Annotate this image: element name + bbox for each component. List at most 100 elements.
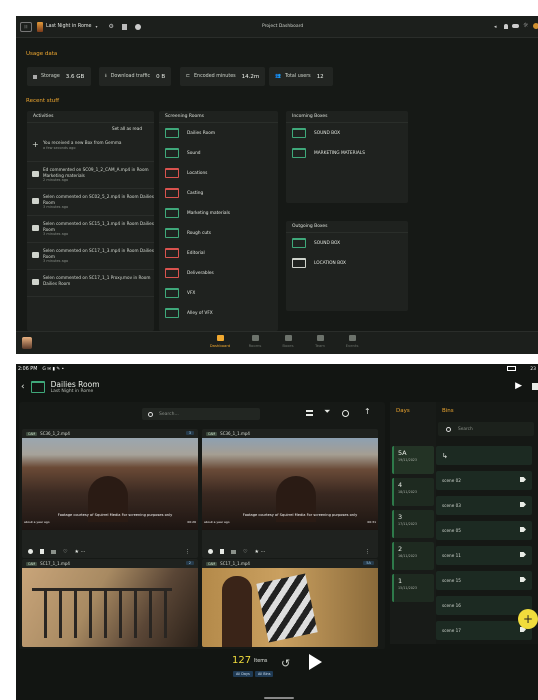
replay-icon[interactable]: ↺ bbox=[281, 657, 290, 670]
clip-card[interactable]: CAM SC36_1_2.mp4 3 Footage courtesy of Squ… bbox=[22, 429, 198, 558]
activity-item[interactable]: Selen commented on SC17_1_3.mp4 in Room … bbox=[27, 243, 154, 270]
room-item[interactable]: Alley of VFX bbox=[159, 303, 278, 323]
info-icon[interactable] bbox=[28, 549, 33, 554]
clip-tag: CAM bbox=[206, 561, 218, 566]
box-item[interactable]: SOUND BOX bbox=[286, 123, 408, 143]
document-icon[interactable] bbox=[121, 23, 127, 30]
room-item[interactable]: Deliverables bbox=[159, 263, 278, 283]
bin-item[interactable]: scene 02 bbox=[436, 471, 532, 490]
room-item[interactable]: Sound bbox=[159, 143, 278, 163]
day-item[interactable]: 2 16/11/2023 bbox=[392, 542, 434, 570]
activity-item[interactable]: Ed commented on SC09_1_2_CAM_A.mp4 in Ro… bbox=[27, 162, 154, 189]
nav-dashboard[interactable]: Dashboard bbox=[202, 335, 238, 348]
room-item[interactable]: VFX bbox=[159, 283, 278, 303]
activity-item[interactable]: Selen commented on SC02_5_2.mp4 in Room … bbox=[27, 189, 154, 216]
nav-team[interactable]: Team bbox=[302, 335, 338, 348]
play-icon[interactable] bbox=[309, 654, 322, 670]
project-title[interactable]: Last Night in Rome bbox=[46, 24, 92, 29]
list-view-icon[interactable] bbox=[306, 410, 313, 416]
day-item[interactable]: 4 18/11/2023 bbox=[392, 478, 434, 506]
avatar[interactable] bbox=[22, 337, 32, 349]
more-vert-icon[interactable]: ⋮ bbox=[185, 549, 190, 555]
star-icon[interactable]: ★ ··· bbox=[254, 549, 265, 555]
more-vert-icon[interactable]: ⋮ bbox=[365, 549, 370, 555]
clip-thumbnail[interactable] bbox=[202, 568, 378, 647]
more-icon[interactable] bbox=[532, 383, 538, 390]
nav-boxes[interactable]: Boxes bbox=[270, 335, 306, 348]
bin-item[interactable]: scene 11 bbox=[436, 546, 532, 565]
user-icon[interactable] bbox=[533, 23, 538, 29]
bin-item[interactable]: scene 16 bbox=[436, 596, 532, 615]
chip-all-days[interactable]: All Days bbox=[233, 671, 253, 677]
mark-all-read-button[interactable]: Set all as read bbox=[27, 123, 154, 135]
nav-rooms[interactable]: Rooms bbox=[237, 335, 273, 348]
clip-thumbnail[interactable]: Footage courtesy of Squirrel Media For s… bbox=[202, 438, 378, 530]
activity-item[interactable]: + You received a new Box from Gemma a few … bbox=[27, 135, 154, 162]
tag-icon[interactable] bbox=[51, 549, 56, 554]
clip-thumbnail[interactable]: Footage courtesy of Squirrel Media For s… bbox=[22, 438, 198, 530]
theme-icon[interactable]: ☼ bbox=[523, 22, 528, 29]
home-indicator bbox=[264, 697, 294, 699]
activity-item[interactable]: Selen commented on SC17_1_1 Proxy.mov in… bbox=[27, 270, 154, 297]
info-icon[interactable] bbox=[208, 549, 213, 554]
clip-caption: Footage courtesy of Squirrel Media For s… bbox=[57, 513, 173, 517]
clip-person bbox=[222, 576, 252, 647]
bin-item[interactable]: scene 03 bbox=[436, 496, 532, 515]
settings-gear-icon[interactable]: ⚙ bbox=[109, 23, 114, 30]
clip-card[interactable]: CAM SC17_1_1.mp4 2 bbox=[22, 559, 198, 647]
heart-icon[interactable]: ♡ bbox=[243, 549, 247, 555]
room-item[interactable]: Rough cuts bbox=[159, 223, 278, 243]
chevron-down-icon[interactable]: ▾ bbox=[96, 24, 98, 29]
chip-all-bins[interactable]: All Bins bbox=[255, 671, 274, 677]
bin-up-item[interactable]: ↳ bbox=[436, 446, 532, 465]
bin-item[interactable]: scene 15 bbox=[436, 571, 532, 590]
day-item[interactable]: 1 15/11/2023 bbox=[392, 574, 434, 602]
bottom-nav: Dashboard Rooms Boxes Team Events bbox=[16, 331, 538, 354]
boxes-icon bbox=[284, 335, 292, 341]
clip-thumbnail[interactable] bbox=[22, 568, 198, 647]
clip-search[interactable]: Search... bbox=[142, 408, 260, 420]
search-input[interactable]: Search... bbox=[159, 412, 179, 417]
box-item[interactable]: LOCATION BOX bbox=[286, 253, 408, 273]
document-icon[interactable] bbox=[40, 549, 44, 554]
bin-item[interactable]: scene 17 bbox=[436, 621, 532, 640]
clip-card[interactable]: CAM SC36_1_1.mp4 Footage courtesy of Squi… bbox=[202, 429, 378, 558]
volume-icon[interactable]: ◂ bbox=[494, 24, 497, 30]
document-icon[interactable] bbox=[220, 549, 224, 554]
clip-card[interactable]: CAM SC17_1_1.mp4 5A bbox=[202, 559, 378, 647]
back-icon[interactable]: ‹ bbox=[21, 382, 25, 392]
app-logo-icon[interactable]: ᛞ bbox=[20, 21, 32, 32]
add-fab-button[interactable]: + bbox=[518, 609, 538, 629]
room-icon bbox=[165, 308, 179, 318]
heart-icon[interactable]: ♡ bbox=[63, 549, 67, 555]
comment-icon bbox=[32, 225, 39, 231]
tag-icon[interactable] bbox=[231, 549, 236, 554]
cloud-icon[interactable] bbox=[512, 24, 519, 28]
filter-icon[interactable]: ⏷ bbox=[324, 407, 330, 417]
box-item[interactable]: MARKETING MATERIALS bbox=[286, 143, 408, 163]
bell-icon[interactable] bbox=[504, 24, 508, 29]
sort-up-icon[interactable]: ↑ bbox=[364, 407, 371, 416]
box-item[interactable]: SOUND BOX bbox=[286, 233, 408, 253]
info-icon[interactable] bbox=[134, 23, 141, 30]
room-item[interactable]: Casting bbox=[159, 183, 278, 203]
star-icon[interactable]: ★ ··· bbox=[74, 549, 85, 555]
bins-search-input[interactable]: Search bbox=[458, 427, 473, 432]
stat-encoded: ⊏ Encoded minutes 14.2m bbox=[180, 67, 265, 86]
room-item[interactable]: Dailies Room bbox=[159, 123, 278, 143]
day-item[interactable]: 3 17/11/2023 bbox=[392, 510, 434, 538]
nav-events[interactable]: Events bbox=[334, 335, 370, 348]
status-time: 2:06 PM bbox=[18, 366, 38, 372]
day-item[interactable]: 5A 19/11/2023 bbox=[392, 446, 434, 474]
room-item[interactable]: Marketing materials bbox=[159, 203, 278, 223]
room-item[interactable]: Locations bbox=[159, 163, 278, 183]
bins-search[interactable]: Search bbox=[438, 422, 534, 436]
users-icon: 👥 bbox=[275, 74, 281, 79]
play-room-icon[interactable]: ▶ bbox=[515, 381, 522, 391]
activity-item[interactable]: Selen commented on SC15_1_3.mp4 in Room … bbox=[27, 216, 154, 243]
bin-item[interactable]: scene 05 bbox=[436, 521, 532, 540]
panel-title: Incoming Boxes bbox=[286, 111, 408, 123]
clip-caption: Footage courtesy of Squirrel Media For s… bbox=[242, 513, 358, 517]
timer-icon[interactable] bbox=[342, 410, 349, 417]
room-item[interactable]: Editorial bbox=[159, 243, 278, 263]
